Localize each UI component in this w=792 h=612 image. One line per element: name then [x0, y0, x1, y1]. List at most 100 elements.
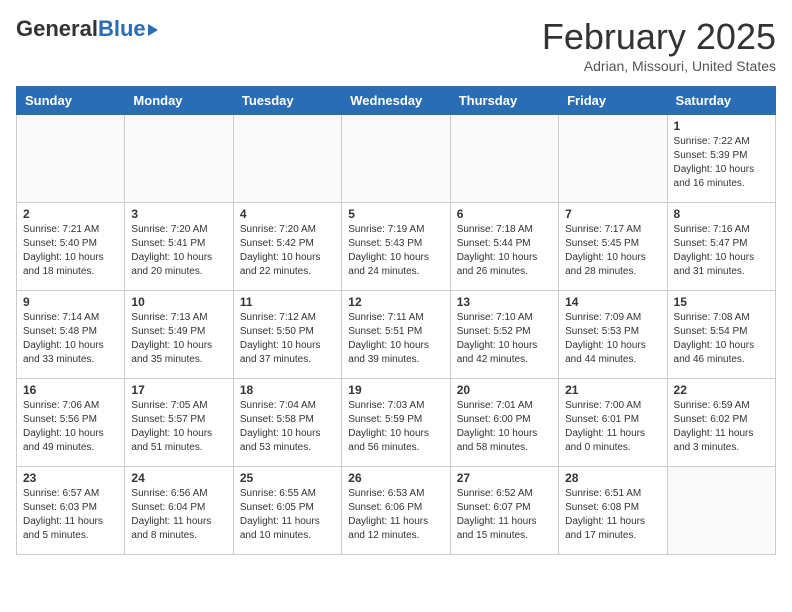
calendar-cell: 12 Sunrise: 7:11 AM Sunset: 5:51 PM Dayli…	[342, 291, 450, 379]
calendar-cell: 8 Sunrise: 7:16 AM Sunset: 5:47 PM Daylig…	[667, 203, 775, 291]
calendar-cell: 24 Sunrise: 6:56 AM Sunset: 6:04 PM Dayli…	[125, 467, 233, 555]
calendar-cell	[450, 115, 558, 203]
day-info: Sunrise: 6:55 AM Sunset: 6:05 PM Dayligh…	[240, 487, 335, 543]
day-number: 21	[565, 383, 660, 397]
title-section: February 2025 Adrian, Missouri, United S…	[542, 16, 776, 74]
day-info: Sunrise: 7:09 AM Sunset: 5:53 PM Dayligh…	[565, 311, 660, 367]
day-info: Sunrise: 6:53 AM Sunset: 6:06 PM Dayligh…	[348, 487, 443, 543]
day-info: Sunrise: 7:20 AM Sunset: 5:42 PM Dayligh…	[240, 223, 335, 279]
calendar-cell: 27 Sunrise: 6:52 AM Sunset: 6:07 PM Dayli…	[450, 467, 558, 555]
page-header: General Blue February 2025 Adrian, Misso…	[16, 16, 776, 74]
calendar-cell	[559, 115, 667, 203]
calendar-cell: 1Sunrise: 7:22 AM Sunset: 5:39 PM Daylig…	[667, 115, 775, 203]
calendar-cell: 16Sunrise: 7:06 AM Sunset: 5:56 PM Dayli…	[17, 379, 125, 467]
week-row-1: 1Sunrise: 7:22 AM Sunset: 5:39 PM Daylig…	[17, 115, 776, 203]
day-info: Sunrise: 7:00 AM Sunset: 6:01 PM Dayligh…	[565, 399, 660, 455]
day-number: 23	[23, 471, 118, 485]
calendar-cell: 13 Sunrise: 7:10 AM Sunset: 5:52 PM Dayli…	[450, 291, 558, 379]
week-row-4: 16Sunrise: 7:06 AM Sunset: 5:56 PM Dayli…	[17, 379, 776, 467]
day-number: 7	[565, 207, 660, 221]
day-header-tuesday: Tuesday	[233, 87, 341, 115]
day-info: Sunrise: 6:59 AM Sunset: 6:02 PM Dayligh…	[674, 399, 769, 455]
day-number: 13	[457, 295, 552, 309]
calendar-cell: 4 Sunrise: 7:20 AM Sunset: 5:42 PM Daylig…	[233, 203, 341, 291]
day-info: Sunrise: 7:19 AM Sunset: 5:43 PM Dayligh…	[348, 223, 443, 279]
day-info: Sunrise: 7:13 AM Sunset: 5:49 PM Dayligh…	[131, 311, 226, 367]
day-number: 20	[457, 383, 552, 397]
calendar-cell: 23 Sunrise: 6:57 AM Sunset: 6:03 PM Dayli…	[17, 467, 125, 555]
calendar-cell: 2 Sunrise: 7:21 AM Sunset: 5:40 PM Daylig…	[17, 203, 125, 291]
day-info: Sunrise: 7:05 AM Sunset: 5:57 PM Dayligh…	[131, 399, 226, 455]
day-number: 17	[131, 383, 226, 397]
day-number: 28	[565, 471, 660, 485]
calendar-cell: 22 Sunrise: 6:59 AM Sunset: 6:02 PM Dayli…	[667, 379, 775, 467]
calendar-cell: 10 Sunrise: 7:13 AM Sunset: 5:49 PM Dayli…	[125, 291, 233, 379]
logo: General Blue	[16, 16, 158, 42]
calendar-cell: 5Sunrise: 7:19 AM Sunset: 5:43 PM Daylig…	[342, 203, 450, 291]
day-header-friday: Friday	[559, 87, 667, 115]
calendar-cell: 14Sunrise: 7:09 AM Sunset: 5:53 PM Dayli…	[559, 291, 667, 379]
day-info: Sunrise: 7:10 AM Sunset: 5:52 PM Dayligh…	[457, 311, 552, 367]
day-header-wednesday: Wednesday	[342, 87, 450, 115]
day-number: 10	[131, 295, 226, 309]
day-info: Sunrise: 7:18 AM Sunset: 5:44 PM Dayligh…	[457, 223, 552, 279]
day-info: Sunrise: 6:56 AM Sunset: 6:04 PM Dayligh…	[131, 487, 226, 543]
calendar-cell: 21 Sunrise: 7:00 AM Sunset: 6:01 PM Dayli…	[559, 379, 667, 467]
day-info: Sunrise: 7:01 AM Sunset: 6:00 PM Dayligh…	[457, 399, 552, 455]
calendar-cell: 26 Sunrise: 6:53 AM Sunset: 6:06 PM Dayli…	[342, 467, 450, 555]
calendar-cell: 20 Sunrise: 7:01 AM Sunset: 6:00 PM Dayli…	[450, 379, 558, 467]
day-header-monday: Monday	[125, 87, 233, 115]
day-info: Sunrise: 7:06 AM Sunset: 5:56 PM Dayligh…	[23, 399, 118, 455]
calendar-cell: 18 Sunrise: 7:04 AM Sunset: 5:58 PM Dayli…	[233, 379, 341, 467]
calendar-cell	[342, 115, 450, 203]
day-number: 4	[240, 207, 335, 221]
day-info: Sunrise: 7:12 AM Sunset: 5:50 PM Dayligh…	[240, 311, 335, 367]
week-row-3: 9Sunrise: 7:14 AM Sunset: 5:48 PM Daylig…	[17, 291, 776, 379]
day-info: Sunrise: 7:16 AM Sunset: 5:47 PM Dayligh…	[674, 223, 769, 279]
day-number: 15	[674, 295, 769, 309]
day-info: Sunrise: 6:52 AM Sunset: 6:07 PM Dayligh…	[457, 487, 552, 543]
day-number: 8	[674, 207, 769, 221]
calendar-cell	[125, 115, 233, 203]
week-row-5: 23 Sunrise: 6:57 AM Sunset: 6:03 PM Dayli…	[17, 467, 776, 555]
day-info: Sunrise: 7:14 AM Sunset: 5:48 PM Dayligh…	[23, 311, 118, 367]
day-number: 12	[348, 295, 443, 309]
day-info: Sunrise: 7:08 AM Sunset: 5:54 PM Dayligh…	[674, 311, 769, 367]
calendar-cell: 7 Sunrise: 7:17 AM Sunset: 5:45 PM Daylig…	[559, 203, 667, 291]
calendar-header: SundayMondayTuesdayWednesdayThursdayFrid…	[17, 87, 776, 115]
calendar-cell: 15 Sunrise: 7:08 AM Sunset: 5:54 PM Dayli…	[667, 291, 775, 379]
day-info: Sunrise: 7:22 AM Sunset: 5:39 PM Dayligh…	[674, 135, 769, 191]
day-header-saturday: Saturday	[667, 87, 775, 115]
day-info: Sunrise: 7:04 AM Sunset: 5:58 PM Dayligh…	[240, 399, 335, 455]
day-number: 11	[240, 295, 335, 309]
week-row-2: 2 Sunrise: 7:21 AM Sunset: 5:40 PM Daylig…	[17, 203, 776, 291]
day-number: 26	[348, 471, 443, 485]
day-number: 24	[131, 471, 226, 485]
day-info: Sunrise: 6:57 AM Sunset: 6:03 PM Dayligh…	[23, 487, 118, 543]
day-number: 2	[23, 207, 118, 221]
day-number: 27	[457, 471, 552, 485]
day-info: Sunrise: 7:20 AM Sunset: 5:41 PM Dayligh…	[131, 223, 226, 279]
calendar-cell: 11 Sunrise: 7:12 AM Sunset: 5:50 PM Dayli…	[233, 291, 341, 379]
day-number: 18	[240, 383, 335, 397]
day-header-thursday: Thursday	[450, 87, 558, 115]
logo-general-text: General	[16, 16, 98, 42]
day-info: Sunrise: 6:51 AM Sunset: 6:08 PM Dayligh…	[565, 487, 660, 543]
month-title: February 2025	[542, 16, 776, 58]
calendar-table: SundayMondayTuesdayWednesdayThursdayFrid…	[16, 86, 776, 555]
day-number: 3	[131, 207, 226, 221]
day-info: Sunrise: 7:11 AM Sunset: 5:51 PM Dayligh…	[348, 311, 443, 367]
day-number: 22	[674, 383, 769, 397]
calendar-cell	[667, 467, 775, 555]
calendar-cell: 19Sunrise: 7:03 AM Sunset: 5:59 PM Dayli…	[342, 379, 450, 467]
calendar-cell: 9Sunrise: 7:14 AM Sunset: 5:48 PM Daylig…	[17, 291, 125, 379]
days-header-row: SundayMondayTuesdayWednesdayThursdayFrid…	[17, 87, 776, 115]
calendar-cell: 28 Sunrise: 6:51 AM Sunset: 6:08 PM Dayli…	[559, 467, 667, 555]
calendar-cell: 25Sunrise: 6:55 AM Sunset: 6:05 PM Dayli…	[233, 467, 341, 555]
day-info: Sunrise: 7:17 AM Sunset: 5:45 PM Dayligh…	[565, 223, 660, 279]
day-info: Sunrise: 7:21 AM Sunset: 5:40 PM Dayligh…	[23, 223, 118, 279]
day-header-sunday: Sunday	[17, 87, 125, 115]
calendar-cell: 3 Sunrise: 7:20 AM Sunset: 5:41 PM Daylig…	[125, 203, 233, 291]
location-text: Adrian, Missouri, United States	[542, 58, 776, 74]
calendar-body: 1Sunrise: 7:22 AM Sunset: 5:39 PM Daylig…	[17, 115, 776, 555]
